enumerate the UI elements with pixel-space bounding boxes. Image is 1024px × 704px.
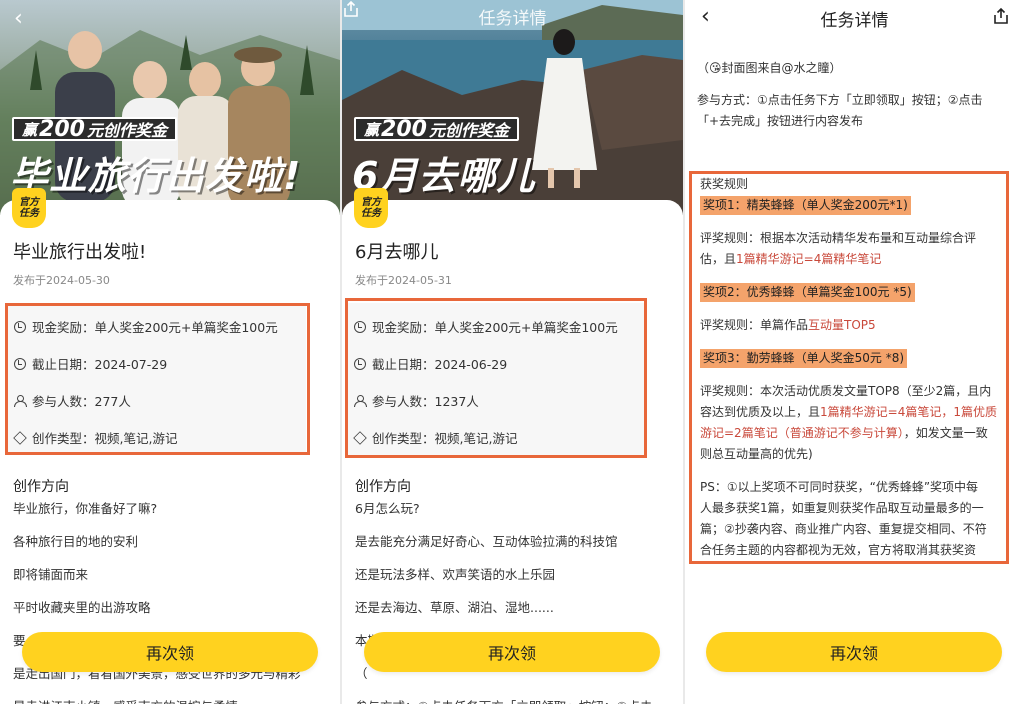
direction-line: 是去能充分满足好奇心、互动体验拉满的科技馆 — [355, 534, 618, 549]
task-title: 毕业旅行出发啦! — [13, 242, 147, 263]
direction-line: 是走进江南小镇，感受南方的温婉与柔情 — [13, 696, 238, 704]
award-1-label: 奖项1：精英蜂蜂（单人奖金200元*1) — [700, 196, 911, 215]
prize-suffix: 元创作奖金 — [428, 121, 509, 140]
participation-method-line: 「+去完成」按钮进行内容发布 — [697, 114, 864, 128]
prize-win-label: 赢 — [22, 120, 38, 139]
official-task-badge: 官方 任务 — [12, 188, 46, 228]
direction-line: 毕业旅行，你准备好了嘛? — [13, 501, 158, 516]
ps-line: PS：①以上奖项不可同时获奖，“优秀蜂蜂”奖项中每 — [700, 480, 979, 494]
highlight-frame — [5, 303, 310, 455]
prize-amount: 200 — [381, 116, 427, 142]
rule-highlight-text: 互动量TOP5 — [808, 318, 876, 332]
claim-again-button[interactable]: 再次领 — [706, 632, 1002, 672]
badge-line1: 官方 — [19, 197, 39, 208]
ps-line: 合任务主题的内容都视为无效，官方将取消其获奖资 — [700, 543, 977, 557]
direction-title: 创作方向 — [355, 479, 411, 495]
rule-text: ，如发文量一致 — [903, 426, 988, 440]
claim-again-button[interactable]: 再次领 — [364, 632, 660, 672]
rule-3-line: 评奖规则：本次活动优质发文量TOP8（至少2篇，且内 — [700, 384, 992, 398]
rule-highlight-text: 游记=2篇笔记（普通游记不参与计算） — [700, 426, 904, 440]
rule-1-line: 评奖规则：根据本次活动精华发布量和互动量综合评 — [700, 231, 977, 245]
share-icon[interactable] — [992, 7, 1010, 25]
rule-1-line: 估，且1篇精华游记=4篇精华笔记 — [700, 249, 1004, 270]
claim-again-button[interactable]: 再次领 — [22, 632, 318, 672]
direction-line: 即将铺面而来 — [13, 567, 89, 582]
rule-highlight-text: 1篇精华游记=4篇笔记，1篇优质 — [820, 405, 997, 419]
cover-image: 任务详情 赢 200 元创作奖金 6月去哪儿 — [342, 0, 683, 215]
direction-line: 还是去海边、草原、湖泊、湿地...... — [355, 600, 554, 615]
participation-method-line: 参与方式：①点击任务下方「立即领取」按钮；②点击 — [697, 93, 983, 107]
direction-line: 各种旅行目的地的安利 — [13, 534, 139, 549]
ps-line: 人最多获奖1篇，如重复则获奖作品取互动量最多的一 — [700, 501, 984, 515]
ps-line: 格 — [700, 561, 1004, 564]
publish-date: 发布于2024-05-30 — [13, 274, 110, 287]
share-icon[interactable] — [342, 0, 360, 18]
nav-title: 任务详情 — [478, 9, 547, 29]
direction-line: （ — [355, 666, 368, 681]
panel-june-trip: 任务详情 赢 200 元创作奖金 6月去哪儿 官方 任务 6月去哪儿 发布于20… — [342, 0, 683, 704]
award-rules-content: 获奖规则 奖项1：精英蜂蜂（单人奖金200元*1) 评奖规则：根据本次活动精华发… — [700, 174, 1004, 564]
detail-sheet: 官方 任务 6月去哪儿 发布于2024-05-31 现金奖励：单人奖金200元+… — [342, 188, 683, 704]
badge-line2: 任务 — [361, 208, 381, 219]
detail-sheet: 官方 任务 毕业旅行出发啦! 发布于2024-05-30 现金奖励：单人奖金20… — [0, 188, 340, 704]
cover-title: 毕业旅行出发啦! — [10, 154, 302, 198]
award-3-label: 奖项3：勤劳蜂蜂（单人奖金50元 *8) — [700, 349, 908, 368]
rule-text: 估，且 — [700, 252, 737, 266]
official-task-badge: 官方 任务 — [354, 188, 388, 228]
rule-3-line: 游记=2篇笔记（普通游记不参与计算），如发文量一致 — [700, 423, 1004, 444]
panel-task-rules: ‹ 任务详情 （😘封面图来自@水之瞳） 参与方式：①点击任务下方「立即领取」按钮… — [685, 0, 1024, 704]
prize-win-label: 赢 — [364, 120, 380, 139]
back-button[interactable]: ‹ — [14, 6, 23, 31]
rule-text: 评奖规则：单篇作品 — [700, 318, 809, 332]
direction-title: 创作方向 — [13, 479, 69, 495]
cover-image: ‹ 赢 200 元创作奖金 毕业旅行出发啦! — [0, 0, 340, 215]
badge-line2: 任务 — [19, 208, 39, 219]
highlight-frame — [345, 298, 647, 458]
direction-line: 参与方式：①点击任务下方「立即领取」按钮；②点击 — [355, 696, 652, 704]
nav-title: 任务详情 — [820, 11, 889, 31]
rule-text: 容达到优质及以上，且 — [700, 405, 821, 419]
prize-amount: 200 — [39, 116, 85, 142]
ps-line: 篇；②抄袭内容、商业推广内容、重复提交相同、不符 — [700, 522, 987, 536]
award-rules-box: 获奖规则 奖项1：精英蜂蜂（单人奖金200元*1) 评奖规则：根据本次活动精华发… — [689, 171, 1009, 564]
direction-line: 平时收藏夹里的出游攻略 — [13, 600, 151, 615]
prize-suffix: 元创作奖金 — [86, 121, 167, 140]
rule-3-line: 容达到优质及以上，且1篇精华游记=4篇笔记，1篇优质 — [700, 402, 1004, 423]
nav-bar: ‹ 任务详情 — [685, 0, 1024, 36]
rule-highlight-text: 1篇精华游记=4篇精华笔记 — [736, 252, 882, 266]
rules-title: 获奖规则 — [700, 177, 749, 191]
rule-2-line: 评奖规则：单篇作品互动量TOP5 — [700, 315, 1004, 336]
cover-credit: （😘封面图来自@水之瞳） — [697, 61, 842, 75]
direction-line: 还是玩法多样、欢声笑语的水上乐园 — [355, 567, 556, 582]
badge-line1: 官方 — [361, 197, 381, 208]
direction-line: 6月怎么玩? — [355, 501, 420, 516]
panel-graduation-trip: ‹ 赢 200 元创作奖金 毕业旅行出发啦! 官方 任务 毕业旅行出发啦! 发布… — [0, 0, 340, 704]
rule-3-line: 则总互动量高的优先) — [700, 447, 813, 461]
prize-tag: 赢 200 元创作奖金 — [354, 116, 519, 142]
publish-date: 发布于2024-05-31 — [355, 274, 452, 287]
award-2-label: 奖项2：优秀蜂蜂（单篇奖金100元 *5) — [700, 283, 915, 302]
task-title: 6月去哪儿 — [355, 242, 439, 263]
prize-tag: 赢 200 元创作奖金 — [12, 116, 177, 142]
